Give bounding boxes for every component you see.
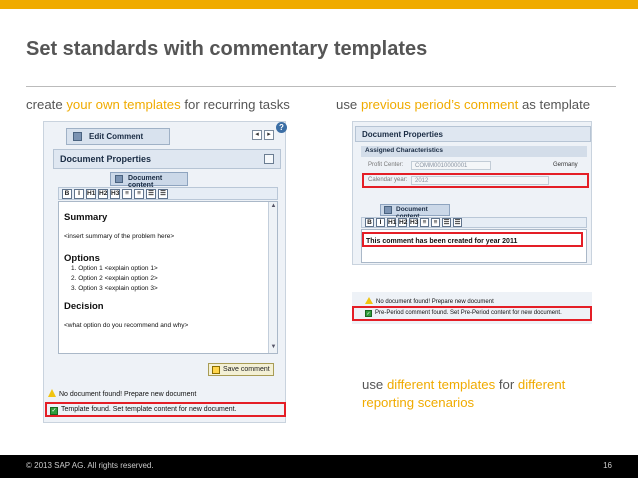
- caption-right-pre: use: [336, 97, 361, 112]
- footer-bar: © 2013 SAP AG. All rights reserved. 16: [0, 455, 638, 478]
- pre-period-highlight-box: [352, 306, 592, 321]
- caption-left-highlight: your own templates: [66, 97, 181, 112]
- heading1-button[interactable]: H1: [86, 189, 96, 199]
- title-divider: [26, 86, 616, 87]
- caption-bottom: use different templates for different re…: [362, 376, 565, 412]
- right-align-left-button[interactable]: ≡: [420, 218, 429, 227]
- save-icon: [212, 366, 220, 374]
- caption-right-highlight: previous period’s comment: [360, 97, 519, 112]
- document-properties-title: Document Properties: [60, 154, 152, 164]
- right-bullet-list-button[interactable]: ☰: [442, 218, 451, 227]
- right-italic-button[interactable]: I: [376, 218, 385, 227]
- profit-center-field[interactable]: COMM0010000001: [411, 161, 491, 170]
- numbered-list-button[interactable]: ☰: [158, 189, 168, 199]
- previous-comment-highlight-box: [362, 232, 583, 247]
- calendar-year-highlight-box: [362, 173, 589, 188]
- right-numbered-list-button[interactable]: ☰: [453, 218, 462, 227]
- success-highlight-box: [45, 402, 286, 417]
- bold-button[interactable]: B: [62, 189, 72, 199]
- tab-edit-comment[interactable]: Edit Comment: [66, 128, 170, 145]
- caption-bottom-highlight1: different templates: [386, 377, 496, 392]
- caption-bottom-line2: reporting scenarios: [362, 395, 475, 410]
- scroll-up-icon[interactable]: ▲: [270, 203, 277, 210]
- caption-bottom-mid: for: [495, 377, 518, 392]
- right-bold-button[interactable]: B: [365, 218, 374, 227]
- right-content-icon: [384, 206, 392, 214]
- right-warning-message-text: No document found! Prepare new document: [376, 299, 494, 305]
- profit-center-country: Germany: [553, 162, 578, 168]
- collapse-icon[interactable]: [264, 154, 274, 164]
- caption-left: create your own templates for recurring …: [26, 97, 290, 112]
- copyright-text: © 2013 SAP AG. All rights reserved.: [26, 461, 154, 470]
- heading2-button[interactable]: H2: [98, 189, 108, 199]
- decision-heading: Decision: [64, 301, 104, 312]
- right-warning-message: No document found! Prepare new document: [365, 297, 494, 305]
- save-comment-button[interactable]: Save comment: [208, 363, 274, 376]
- right-tab-document-content[interactable]: Document content: [380, 204, 450, 220]
- profit-center-label: Profit Center:: [368, 162, 404, 168]
- bullet-list-button[interactable]: ☰: [146, 189, 156, 199]
- content-icon: [115, 175, 123, 183]
- align-left-button[interactable]: ≡: [122, 189, 132, 199]
- decision-text: <what option do you recommend and why>: [64, 322, 189, 329]
- save-comment-label: Save comment: [223, 366, 270, 373]
- summary-heading: Summary: [64, 212, 108, 223]
- right-align-center-button[interactable]: ≡: [431, 218, 440, 227]
- tab-edit-comment-label: Edit Comment: [89, 132, 144, 141]
- document-properties-header: Document Properties: [53, 149, 281, 169]
- heading3-button[interactable]: H3: [110, 189, 120, 199]
- caption-right-post: as template: [518, 97, 591, 112]
- right-document-properties-header: Document Properties: [355, 126, 591, 142]
- option-item-3: 3. Option 3 <explain option 3>: [71, 285, 158, 292]
- document-icon: [73, 132, 82, 141]
- summary-text: <insert summary of the problem here>: [64, 233, 175, 240]
- option-item-2: 2. Option 2 <explain option 2>: [71, 275, 158, 282]
- warning-icon: [48, 389, 56, 397]
- align-center-button[interactable]: ≡: [134, 189, 144, 199]
- pre-period-messages: No document found! Prepare new document …: [352, 292, 592, 324]
- editor-toolbar: B I H1 H2 H3 ≡ ≡ ☰ ☰: [58, 187, 278, 200]
- options-heading: Options: [64, 253, 100, 264]
- warning-message: No document found! Prepare new document: [48, 389, 196, 398]
- right-heading3-button[interactable]: H3: [409, 218, 418, 227]
- previous-button[interactable]: ◂: [252, 130, 262, 140]
- assigned-characteristics-heading: Assigned Characteristics: [361, 146, 587, 157]
- comment-editor[interactable]: Summary <insert summary of the problem h…: [58, 201, 278, 354]
- caption-bottom-pre: use: [362, 377, 387, 392]
- caption-bottom-highlight2: different: [517, 377, 566, 392]
- scroll-down-icon[interactable]: ▼: [270, 344, 277, 351]
- caption-left-pre: create: [26, 97, 67, 112]
- right-warning-icon: [365, 297, 373, 304]
- warning-message-text: No document found! Prepare new document: [59, 391, 197, 398]
- right-editor-toolbar: B I H1 H2 H3 ≡ ≡ ☰ ☰: [361, 217, 587, 228]
- tab-document-content[interactable]: Document content: [110, 172, 188, 189]
- caption-right: use previous period’s comment as templat…: [336, 97, 590, 112]
- previous-period-screenshot: Document Properties Assigned Characteris…: [352, 121, 592, 265]
- option-item-1: 1. Option 1 <explain option 1>: [71, 265, 158, 272]
- top-accent-bar: [0, 0, 638, 9]
- right-heading2-button[interactable]: H2: [398, 218, 407, 227]
- caption-left-post: for recurring tasks: [180, 97, 290, 112]
- help-icon[interactable]: ?: [276, 122, 287, 133]
- right-heading1-button[interactable]: H1: [387, 218, 396, 227]
- page-number: 16: [603, 461, 612, 470]
- slide-title: Set standards with commentary templates: [26, 38, 428, 60]
- editor-scrollbar[interactable]: ▲ ▼: [268, 202, 277, 353]
- italic-button[interactable]: I: [74, 189, 84, 199]
- next-button[interactable]: ▸: [264, 130, 274, 140]
- edit-comment-screenshot: Edit Comment ◂ ▸ ? Document Properties D…: [43, 121, 287, 423]
